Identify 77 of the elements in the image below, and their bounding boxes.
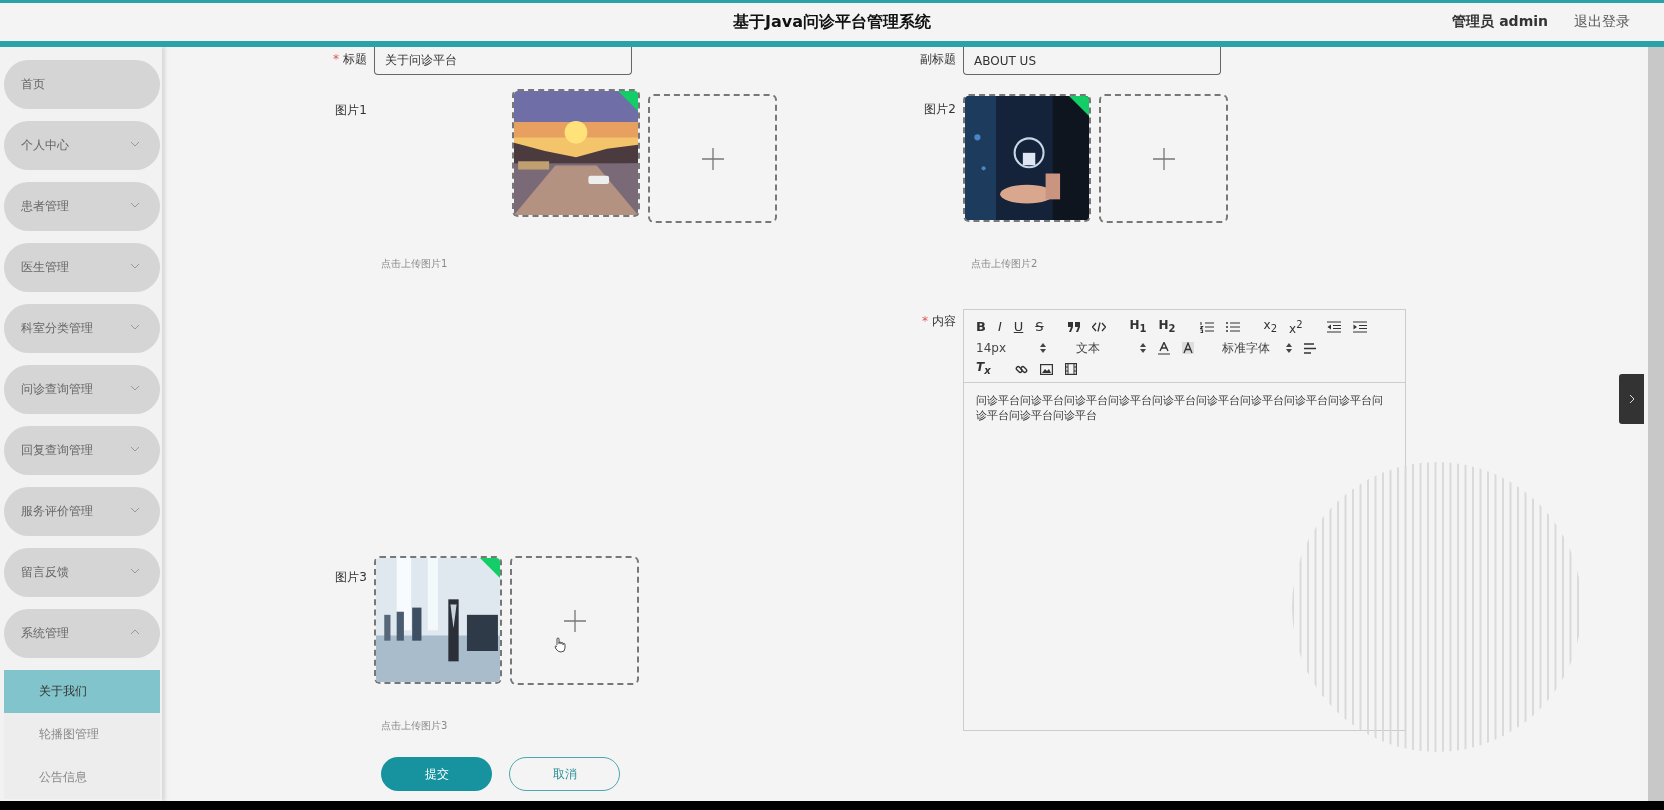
- app-title: 基于Java问诊平台管理系统: [733, 11, 931, 33]
- plus-icon: [701, 147, 724, 170]
- hand-cursor-icon: [554, 637, 566, 653]
- caret-icon: [130, 384, 140, 391]
- image-icon[interactable]: [1039, 363, 1053, 375]
- upload-button[interactable]: [1099, 94, 1228, 223]
- bold-button[interactable]: B: [976, 318, 986, 336]
- field-label: 图片2: [923, 101, 957, 118]
- menu-item[interactable]: 留言反馈: [4, 548, 160, 597]
- subtitle-field[interactable]: ABOUT US: [963, 47, 1221, 75]
- plus-icon: [563, 609, 586, 632]
- menu-item[interactable]: 问诊查询管理: [4, 365, 160, 414]
- italic-button[interactable]: I: [997, 318, 1002, 336]
- menu-item[interactable]: 首页: [4, 60, 160, 109]
- superscript-button[interactable]: x$^{2}$: [1289, 316, 1303, 338]
- chevron-right-icon: [1628, 394, 1635, 404]
- caret-icon: [130, 201, 140, 208]
- menu-item[interactable]: 系统管理: [4, 609, 160, 658]
- caret-icon: [130, 140, 140, 147]
- font-color-icon[interactable]: [1158, 341, 1170, 355]
- upload-button[interactable]: [648, 94, 777, 223]
- upload-hint: 点击上传图片2: [971, 257, 1039, 271]
- scrollbar[interactable]: [1648, 47, 1664, 801]
- plus-icon: [1152, 147, 1175, 170]
- logout-link[interactable]: 退出登录: [1574, 13, 1630, 31]
- title-field[interactable]: 关于问诊平台: [374, 47, 632, 75]
- upload-hint: 点击上传图片3: [381, 719, 449, 733]
- up-down-caret-icon: [1140, 343, 1146, 353]
- heading-2-button[interactable]: H$_{2}$: [1158, 315, 1176, 339]
- caret-icon: [130, 628, 140, 635]
- up-down-caret-icon: [1040, 343, 1046, 353]
- up-down-caret-icon: [1286, 343, 1292, 353]
- caret-icon: [130, 445, 140, 452]
- field-label: 副标题: [920, 51, 956, 68]
- align-icon[interactable]: [1304, 342, 1316, 354]
- menu-item[interactable]: 科室分类管理: [4, 304, 160, 353]
- quote-icon[interactable]: [1067, 322, 1080, 332]
- menu-item[interactable]: 医生管理: [4, 243, 160, 292]
- caret-icon: [130, 323, 140, 330]
- text-style-select[interactable]: 文本: [1076, 339, 1146, 357]
- cancel-button[interactable]: 取消: [509, 757, 620, 791]
- menu-item[interactable]: 回复查询管理: [4, 426, 160, 475]
- font-family-select[interactable]: 标准字体: [1222, 339, 1292, 357]
- required-mark: *: [922, 313, 928, 330]
- heading-1-button[interactable]: H$_{1}$: [1129, 315, 1147, 339]
- success-corner-icon: [1069, 96, 1089, 116]
- submenu-item[interactable]: 关于我们: [4, 670, 160, 713]
- menu-item[interactable]: 服务评价管理: [4, 487, 160, 536]
- caret-icon: [130, 506, 140, 513]
- numbered-list-icon[interactable]: [1199, 321, 1214, 333]
- upload-hint: 点击上传图片1: [381, 257, 449, 271]
- success-corner-icon: [480, 558, 500, 578]
- submit-button[interactable]: 提交: [381, 757, 492, 791]
- highlight-icon[interactable]: [1182, 342, 1194, 354]
- menu-item[interactable]: 患者管理: [4, 182, 160, 231]
- subscript-button[interactable]: x$_{2}$: [1263, 315, 1278, 339]
- code-icon[interactable]: [1091, 322, 1106, 332]
- user-label: 管理员 admin: [1452, 13, 1548, 31]
- field-label: 图片1: [334, 102, 368, 119]
- video-icon[interactable]: [1064, 363, 1077, 375]
- font-size-select[interactable]: 14px: [976, 341, 1046, 355]
- success-corner-icon: [618, 91, 638, 111]
- caret-icon: [130, 262, 140, 269]
- outdent-icon[interactable]: [1326, 321, 1341, 333]
- upload-button[interactable]: [510, 556, 639, 685]
- menu-item[interactable]: 个人中心: [4, 121, 160, 170]
- indent-icon[interactable]: [1352, 321, 1367, 333]
- field-label: 内容: [932, 313, 956, 330]
- caret-icon: [130, 567, 140, 574]
- bullet-list-icon[interactable]: [1225, 321, 1240, 333]
- clear-format-button[interactable]: T$_{x}$: [976, 357, 991, 381]
- strikethrough-button[interactable]: S: [1035, 318, 1044, 336]
- field-label: 标题: [343, 51, 367, 68]
- required-mark: *: [333, 51, 339, 68]
- editor-text: 问诊平台问诊平台问诊平台问诊平台问诊平台问诊平台问诊平台问诊平台问诊平台问诊平台问诊平台问诊平台: [975, 393, 1384, 423]
- field-label: 图片3: [334, 569, 368, 586]
- underline-button[interactable]: U: [1013, 318, 1024, 336]
